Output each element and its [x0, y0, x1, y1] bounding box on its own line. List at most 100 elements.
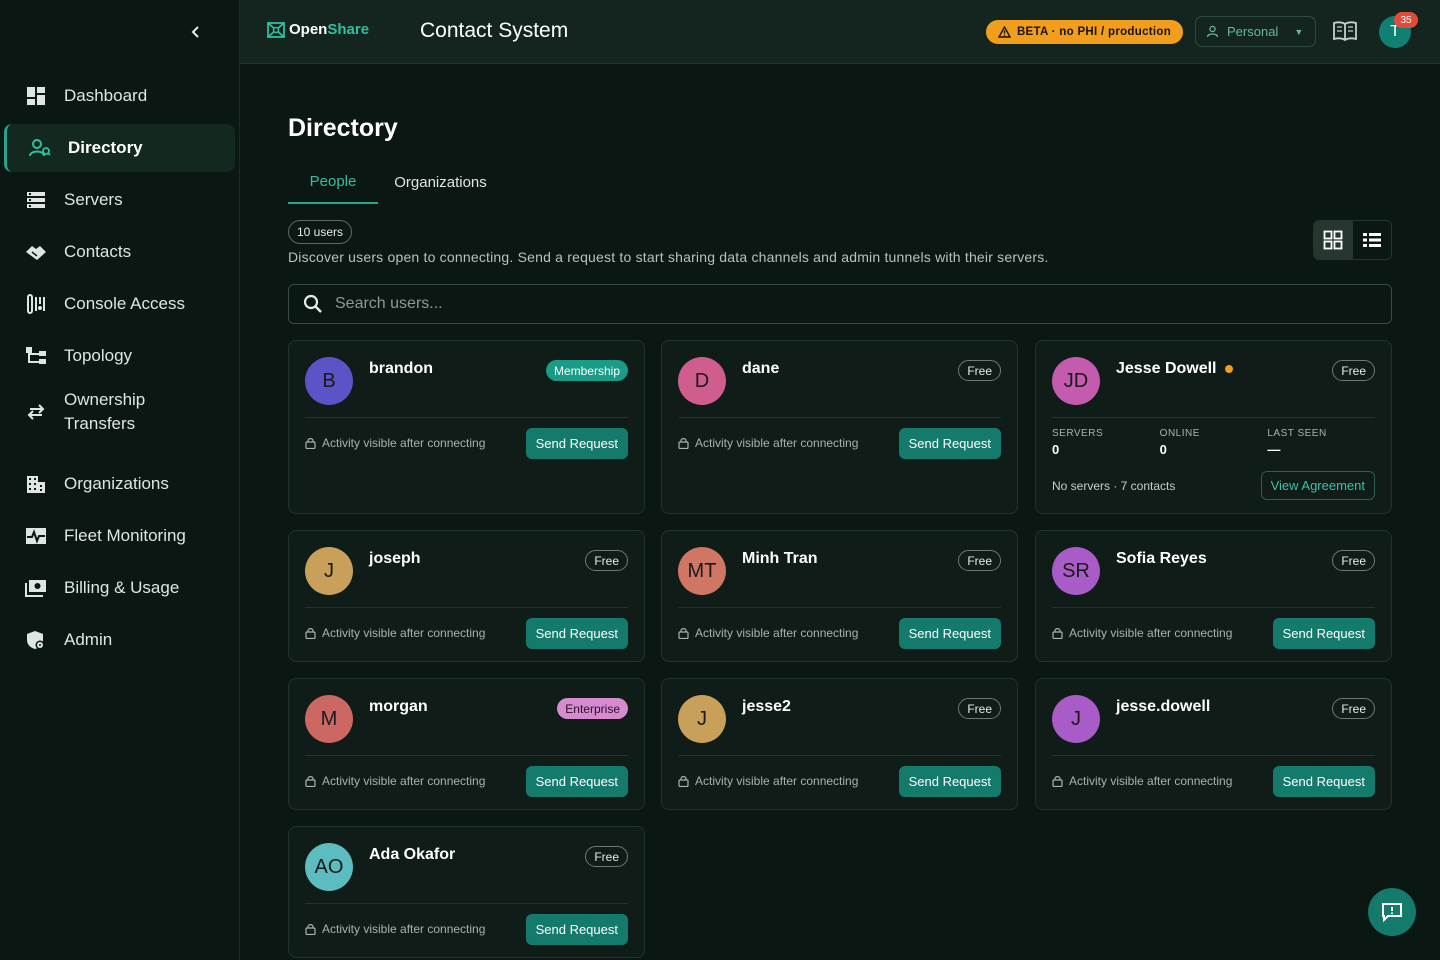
user-name-text: Jesse Dowell	[1116, 360, 1217, 377]
divider	[305, 903, 628, 904]
activity-text: Activity visible after connecting	[695, 436, 859, 450]
stat-online: ONLINE 0	[1160, 428, 1268, 457]
logo-icon	[267, 21, 285, 38]
lock-icon	[678, 438, 689, 449]
contact-summary: No servers · 7 contacts	[1052, 479, 1176, 493]
activity-text: Activity visible after connecting	[695, 626, 859, 640]
server-stats: SERVERS 0 ONLINE 0 LAST SEEN —	[1052, 428, 1375, 457]
lock-icon	[305, 776, 316, 787]
search-input[interactable]	[335, 295, 1335, 313]
lock-icon	[678, 776, 689, 787]
stat-value: 0	[1159, 442, 1167, 457]
feedback-chat-button[interactable]	[1368, 888, 1416, 936]
user-name[interactable]: morgan	[369, 698, 428, 716]
stat-value: —	[1267, 442, 1281, 457]
caret-down-icon: ▼	[1294, 26, 1304, 37]
user-name[interactable]: jesse.dowell	[1116, 698, 1210, 716]
lock-icon	[305, 924, 316, 935]
sidebar-item-label: Admin	[64, 630, 113, 649]
user-card: B brandon Membership Activity visible af…	[288, 340, 645, 514]
beta-label: BETA · no PHI / production	[1016, 26, 1172, 38]
top-header: Open Share Contact System BETA · no PHI /…	[240, 0, 1440, 64]
admin-shield-icon	[24, 628, 48, 652]
sidebar-item-console-access[interactable]: Console Access	[4, 280, 235, 328]
send-request-button[interactable]: Send Request	[898, 428, 1001, 459]
sidebar-item-topology[interactable]: Topology	[4, 332, 235, 380]
sidebar-item-dashboard[interactable]: Dashboard	[4, 72, 235, 120]
activity-note: Activity visible after connecting	[678, 436, 858, 450]
stat-last-seen: LAST SEEN —	[1267, 428, 1375, 457]
grid-view-button[interactable]	[1314, 221, 1353, 259]
plan-badge: Free	[1332, 698, 1375, 719]
user-name[interactable]: brandon	[369, 360, 433, 378]
user-card: J jesse.dowell Free Activity visible aft…	[1035, 678, 1392, 810]
divider	[678, 755, 1001, 756]
beta-badge: BETA · no PHI / production	[986, 20, 1183, 44]
view-agreement-button[interactable]: View Agreement	[1260, 471, 1375, 500]
stat-servers: SERVERS 0	[1052, 428, 1160, 457]
search-icon	[303, 294, 322, 313]
activity-text: Activity visible after connecting	[322, 436, 486, 450]
plan-badge: Membership	[545, 360, 628, 381]
divider	[1052, 417, 1375, 418]
user-name[interactable]: Jesse Dowell	[1116, 360, 1233, 378]
sidebar-item-servers[interactable]: Servers	[4, 176, 235, 224]
person-icon	[1206, 25, 1219, 38]
user-name[interactable]: joseph	[369, 550, 421, 568]
activity-text: Activity visible after connecting	[1069, 626, 1233, 640]
chevron-left-icon	[191, 26, 199, 38]
send-request-button[interactable]: Send Request	[1272, 618, 1375, 649]
page-description: Discover users open to connecting. Send …	[288, 249, 1049, 265]
stat-label: LAST SEEN	[1267, 428, 1327, 439]
handshake-icon	[24, 240, 48, 264]
list-view-button[interactable]	[1353, 221, 1392, 259]
stat-label: SERVERS	[1052, 428, 1104, 439]
tab-organizations[interactable]: Organizations	[378, 160, 503, 204]
user-card: SR Sofia Reyes Free Activity visible aft…	[1035, 530, 1392, 662]
activity-text: Activity visible after connecting	[322, 774, 486, 788]
chat-icon	[1382, 903, 1402, 923]
user-card-connected: JD Jesse Dowell Free SERVERS 0 ONLINE 0 LA…	[1035, 340, 1392, 514]
avatar: SR	[1052, 547, 1100, 595]
activity-note: Activity visible after connecting	[305, 774, 485, 788]
plan-badge: Free	[958, 550, 1001, 571]
user-card: AO Ada Okafor Free Activity visible afte…	[288, 826, 645, 958]
send-request-button[interactable]: Send Request	[898, 618, 1001, 649]
send-request-button[interactable]: Send Request	[525, 766, 628, 797]
notification-badge[interactable]: 35	[1394, 12, 1418, 28]
sidebar-item-contacts[interactable]: Contacts	[4, 228, 235, 276]
user-name[interactable]: Ada Okafor	[369, 846, 455, 864]
openshare-logo[interactable]: Open Share	[267, 21, 369, 38]
sidebar-item-ownership-transfers[interactable]: Ownership Transfers	[4, 384, 235, 440]
plan-badge: Free	[958, 360, 1001, 381]
sidebar-item-directory[interactable]: Directory	[4, 124, 235, 172]
avatar: AO	[305, 843, 353, 891]
user-name[interactable]: Minh Tran	[742, 550, 818, 568]
send-request-button[interactable]: Send Request	[525, 618, 628, 649]
view-toggle	[1313, 220, 1392, 260]
workspace-selector[interactable]: Personal ▼	[1195, 16, 1316, 47]
sidebar-item-billing-usage[interactable]: Billing & Usage	[4, 564, 235, 612]
directory-icon	[28, 136, 52, 160]
send-request-button[interactable]: Send Request	[898, 766, 1001, 797]
plan-badge: Free	[585, 550, 628, 571]
activity-text: Activity visible after connecting	[322, 626, 486, 640]
sidebar-item-organizations[interactable]: Organizations	[4, 460, 235, 508]
send-request-button[interactable]: Send Request	[525, 428, 628, 459]
user-card: J joseph Free Activity visible after con…	[288, 530, 645, 662]
send-request-button[interactable]: Send Request	[1272, 766, 1375, 797]
send-request-button[interactable]: Send Request	[525, 914, 628, 945]
monitoring-icon	[24, 524, 48, 548]
sidebar-item-fleet-monitoring[interactable]: Fleet Monitoring	[4, 512, 235, 560]
user-name[interactable]: Sofia Reyes	[1116, 550, 1207, 568]
collapse-sidebar-button[interactable]	[184, 20, 208, 44]
docs-book-icon[interactable]	[1332, 20, 1358, 44]
avatar: J	[305, 547, 353, 595]
user-name[interactable]: jesse2	[742, 698, 791, 716]
sidebar-item-admin[interactable]: Admin	[4, 616, 235, 664]
divider	[678, 607, 1001, 608]
tab-people[interactable]: People	[288, 160, 378, 204]
sidebar-item-label: Fleet Monitoring	[64, 526, 186, 545]
logo-text-open: Open	[289, 21, 328, 38]
user-name[interactable]: dane	[742, 360, 779, 378]
